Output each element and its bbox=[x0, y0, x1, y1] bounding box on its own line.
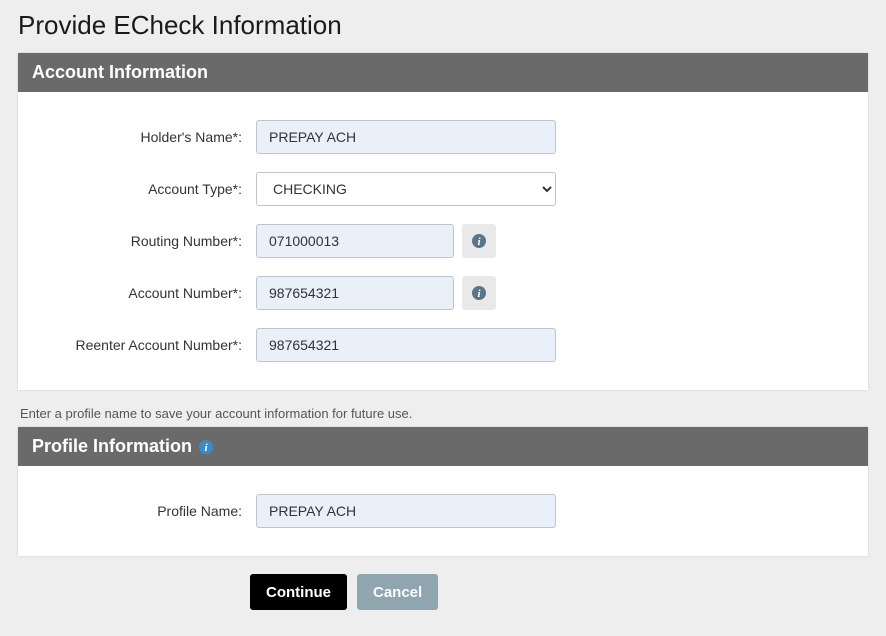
account-info-body: Holder's Name*: Account Type*: CHECKING … bbox=[18, 92, 868, 390]
continue-button[interactable]: Continue bbox=[250, 574, 347, 610]
page-title: Provide ECheck Information bbox=[18, 10, 868, 41]
action-buttons: Continue Cancel bbox=[250, 574, 868, 610]
account-type-label: Account Type*: bbox=[38, 181, 256, 197]
account-info-panel: Account Information Holder's Name*: Acco… bbox=[18, 53, 868, 390]
routing-number-input[interactable] bbox=[256, 224, 454, 258]
profile-info-panel: Profile Information i Profile Name: bbox=[18, 427, 868, 556]
profile-info-body: Profile Name: bbox=[18, 466, 868, 556]
reenter-account-label: Reenter Account Number*: bbox=[38, 337, 256, 353]
info-icon[interactable]: i bbox=[198, 439, 214, 455]
profile-name-label: Profile Name: bbox=[38, 503, 256, 519]
cancel-button[interactable]: Cancel bbox=[357, 574, 438, 610]
account-info-header-text: Account Information bbox=[32, 62, 208, 83]
account-type-select[interactable]: CHECKING bbox=[256, 172, 556, 206]
profile-info-header-text: Profile Information bbox=[32, 436, 192, 457]
account-info-header: Account Information bbox=[18, 53, 868, 92]
account-number-info-button[interactable]: i bbox=[462, 276, 496, 310]
account-number-input[interactable] bbox=[256, 276, 454, 310]
account-number-label: Account Number*: bbox=[38, 285, 256, 301]
profile-info-header: Profile Information i bbox=[18, 427, 868, 466]
holder-name-input[interactable] bbox=[256, 120, 556, 154]
info-icon: i bbox=[471, 233, 487, 249]
routing-number-label: Routing Number*: bbox=[38, 233, 256, 249]
profile-name-input[interactable] bbox=[256, 494, 556, 528]
holder-name-label: Holder's Name*: bbox=[38, 129, 256, 145]
info-icon: i bbox=[471, 285, 487, 301]
reenter-account-input[interactable] bbox=[256, 328, 556, 362]
profile-helper-text: Enter a profile name to save your accoun… bbox=[20, 406, 868, 421]
routing-number-info-button[interactable]: i bbox=[462, 224, 496, 258]
